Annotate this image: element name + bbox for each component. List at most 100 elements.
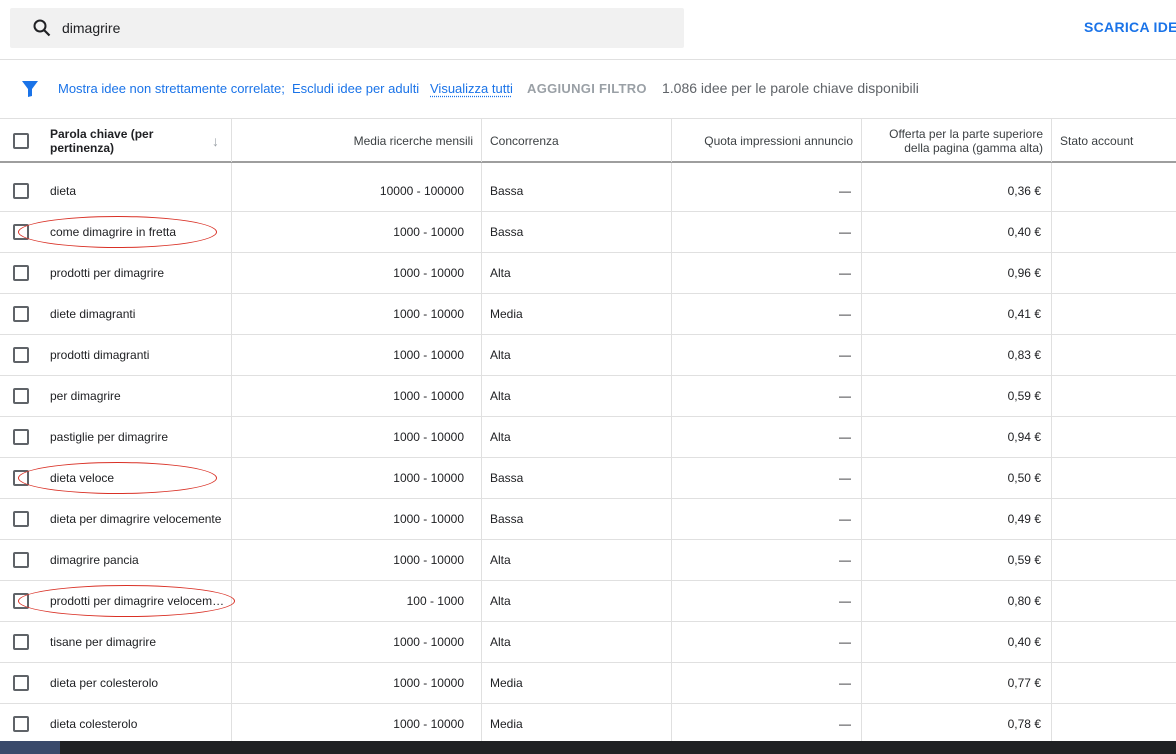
row-checkbox[interactable] [0, 171, 42, 211]
header-impression-share[interactable]: Quota impressioni annuncio [672, 119, 862, 162]
header-gap [0, 163, 1176, 171]
volume-cell-text: 1000 - 10000 [393, 676, 464, 690]
volume-cell: 1000 - 10000 [232, 335, 482, 375]
row-select-checkbox[interactable] [13, 265, 29, 281]
table-row[interactable]: pastiglie per dimagrire 1000 - 10000 Alta —… [0, 417, 1176, 458]
table-row[interactable]: prodotti dimagranti 1000 - 10000 Alta — 0,83… [0, 335, 1176, 376]
top-bid-cell-text: 0,59 € [1007, 553, 1041, 567]
header-volume[interactable]: Media ricerche mensili [232, 119, 482, 162]
row-select-checkbox[interactable] [13, 347, 29, 363]
top-bid-cell: 0,80 € [862, 581, 1052, 621]
header-competition[interactable]: Concorrenza [482, 119, 672, 162]
search-icon[interactable] [32, 18, 52, 38]
row-select-checkbox[interactable] [13, 511, 29, 527]
impression-share-cell: — [672, 417, 862, 457]
table-row[interactable]: dieta 10000 - 100000 Bassa — 0,36 € [0, 171, 1176, 212]
table-row[interactable]: come dimagrire in fretta 1000 - 10000 Bass… [0, 212, 1176, 253]
impression-share-cell: — [672, 253, 862, 293]
keyword-cell: dieta per colesterolo [42, 663, 232, 703]
row-checkbox[interactable] [0, 499, 42, 539]
row-checkbox[interactable] [0, 540, 42, 580]
row-checkbox[interactable] [0, 294, 42, 334]
table-row[interactable]: prodotti per dimagrire 1000 - 10000 Alta — 0… [0, 253, 1176, 294]
keyword-cell-text: per dimagrire [50, 389, 121, 403]
top-bar: dimagrire SCARICA IDEE [0, 0, 1176, 60]
table-row[interactable]: prodotti per dimagrire velocem… 100 - 100… [0, 581, 1176, 622]
search-input[interactable]: dimagrire [62, 20, 120, 36]
table-row[interactable]: dieta per colesterolo 1000 - 10000 Media — 0… [0, 663, 1176, 704]
sort-arrow-down-icon[interactable]: ↓ [212, 133, 219, 149]
competition-cell-text: Alta [490, 430, 511, 444]
row-select-checkbox[interactable] [13, 183, 29, 199]
row-select-checkbox[interactable] [13, 388, 29, 404]
volume-cell: 10000 - 100000 [232, 171, 482, 211]
account-status-cell [1052, 458, 1176, 498]
keyword-cell: dimagrire pancia [42, 540, 232, 580]
impression-share-cell: — [672, 458, 862, 498]
filter-chip-adult[interactable]: Escludi idee per adulti [292, 81, 419, 96]
impression-share-cell-text: — [839, 471, 851, 485]
search-box[interactable]: dimagrire [10, 8, 684, 48]
competition-cell-text: Alta [490, 594, 511, 608]
volume-cell-text: 1000 - 10000 [393, 266, 464, 280]
impression-share-cell-text: — [839, 389, 851, 403]
filter-icon[interactable] [21, 80, 39, 98]
volume-cell: 1000 - 10000 [232, 622, 482, 662]
account-status-cell [1052, 499, 1176, 539]
volume-cell-text: 1000 - 10000 [393, 512, 464, 526]
add-filter-button[interactable]: AGGIUNGI FILTRO [527, 81, 647, 96]
impression-share-cell-text: — [839, 184, 851, 198]
row-checkbox[interactable] [0, 704, 42, 744]
competition-cell-text: Alta [490, 553, 511, 567]
row-checkbox[interactable] [0, 335, 42, 375]
filter-chip-related[interactable]: Mostra idee non strettamente correlate; [58, 81, 285, 96]
row-select-checkbox[interactable] [13, 716, 29, 732]
row-select-checkbox[interactable] [13, 675, 29, 691]
row-checkbox[interactable] [0, 663, 42, 703]
table-row[interactable]: dieta per dimagrire velocemente 1000 - 10… [0, 499, 1176, 540]
keyword-cell: pastiglie per dimagrire [42, 417, 232, 457]
top-bid-cell: 0,78 € [862, 704, 1052, 744]
table-row[interactable]: dieta colesterolo 1000 - 10000 Media — 0,78 … [0, 704, 1176, 745]
account-status-cell [1052, 253, 1176, 293]
keyword-cell-text: dimagrire pancia [50, 553, 139, 567]
competition-cell-text: Alta [490, 348, 511, 362]
select-all-checkbox[interactable] [13, 132, 29, 149]
keyword-cell: dieta per dimagrire velocemente [42, 499, 232, 539]
table-row[interactable]: diete dimagranti 1000 - 10000 Media — 0,41 € [0, 294, 1176, 335]
row-checkbox[interactable] [0, 622, 42, 662]
row-select-checkbox[interactable] [13, 552, 29, 568]
table-row[interactable]: dieta veloce 1000 - 10000 Bassa — 0,50 € [0, 458, 1176, 499]
row-select-checkbox[interactable] [13, 306, 29, 322]
table-row[interactable]: tisane per dimagrire 1000 - 10000 Alta — 0,4… [0, 622, 1176, 663]
volume-cell-text: 1000 - 10000 [393, 389, 464, 403]
header-top-bid[interactable]: Offerta per la parte superiore della pag… [862, 119, 1052, 162]
row-checkbox[interactable] [0, 458, 42, 498]
row-checkbox[interactable] [0, 417, 42, 457]
row-select-checkbox[interactable] [13, 224, 29, 240]
competition-cell: Media [482, 663, 672, 703]
row-select-checkbox[interactable] [13, 429, 29, 445]
download-ideas-button[interactable]: SCARICA IDEE [1084, 19, 1176, 35]
row-select-checkbox[interactable] [13, 593, 29, 609]
top-bid-cell: 0,96 € [862, 253, 1052, 293]
filter-bar: Mostra idee non strettamente correlate; … [0, 60, 1176, 118]
impression-share-cell-text: — [839, 717, 851, 731]
view-all-filters-link[interactable]: Visualizza tutti [430, 81, 513, 96]
header-select-all[interactable] [0, 119, 42, 162]
row-select-checkbox[interactable] [13, 470, 29, 486]
row-checkbox[interactable] [0, 376, 42, 416]
row-select-checkbox[interactable] [13, 634, 29, 650]
table-row[interactable]: dimagrire pancia 1000 - 10000 Alta — 0,59 € [0, 540, 1176, 581]
keyword-cell: dieta colesterolo [42, 704, 232, 744]
keyword-cell: per dimagrire [42, 376, 232, 416]
row-checkbox[interactable] [0, 253, 42, 293]
header-account-status[interactable]: Stato account [1052, 119, 1176, 162]
top-bid-cell-text: 0,77 € [1007, 676, 1041, 690]
table-row[interactable]: per dimagrire 1000 - 10000 Alta — 0,59 € [0, 376, 1176, 417]
keyword-cell-text: dieta [50, 184, 77, 198]
row-checkbox[interactable] [0, 212, 42, 252]
row-checkbox[interactable] [0, 581, 42, 621]
account-status-cell [1052, 663, 1176, 703]
header-keyword[interactable]: Parola chiave (per pertinenza) ↓ [42, 119, 232, 162]
